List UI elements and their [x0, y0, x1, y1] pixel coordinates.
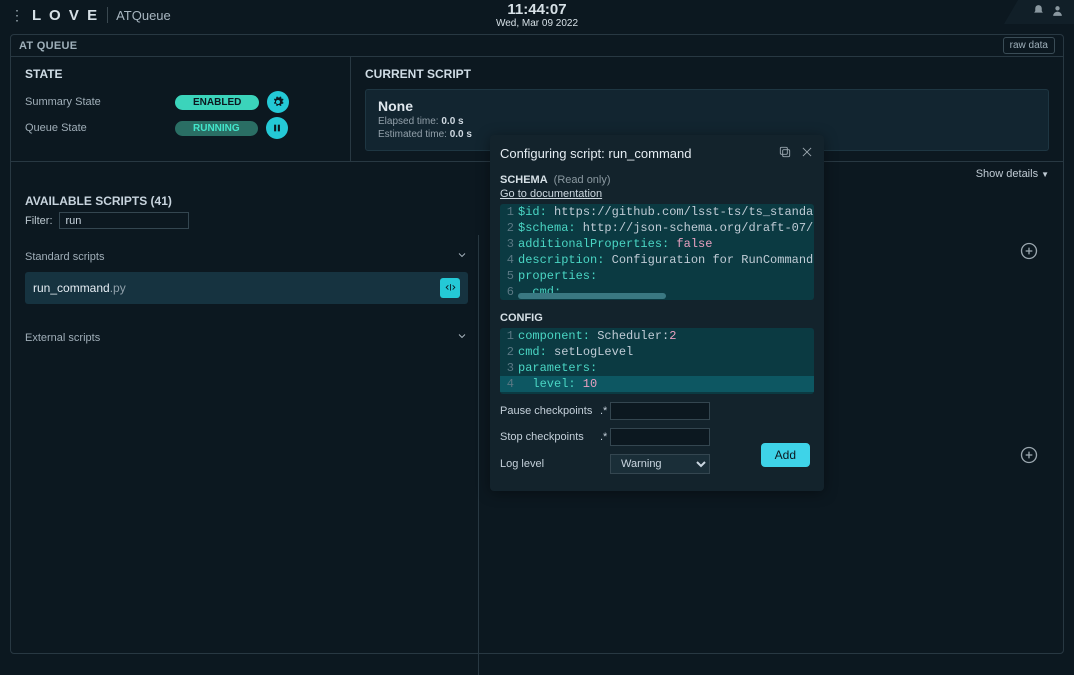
summary-state-label: Summary State — [25, 96, 175, 108]
estimated-value: 0.0 s — [450, 129, 472, 140]
clock-date: Wed, Mar 09 2022 — [496, 18, 578, 29]
external-scripts-toggle[interactable]: External scripts — [25, 326, 478, 349]
state-heading: STATE — [25, 67, 336, 81]
schema-label: SCHEMA — [500, 174, 548, 186]
filter-label: Filter: — [25, 215, 53, 227]
close-icon[interactable] — [800, 145, 814, 162]
scrollbar-thumb[interactable] — [518, 293, 666, 299]
stop-checkpoints-label: Stop checkpoints — [500, 431, 600, 443]
standard-scripts-label: Standard scripts — [25, 251, 104, 263]
documentation-link[interactable]: Go to documentation — [500, 188, 602, 200]
raw-data-button[interactable]: raw data — [1003, 37, 1055, 54]
copy-icon[interactable] — [778, 145, 792, 162]
readonly-label: (Read only) — [554, 174, 611, 186]
modal-title: Configuring script: run_command — [500, 146, 691, 161]
chevron-down-icon — [456, 249, 468, 264]
filter-input[interactable] — [59, 212, 189, 229]
standard-scripts-toggle[interactable]: Standard scripts — [25, 245, 478, 268]
stop-checkpoints-input[interactable] — [610, 428, 710, 446]
app-logo: L O V E — [32, 7, 99, 24]
queue-state-badge: RUNNING — [175, 121, 258, 136]
schema-editor: 1$id: https://github.com/lsst-ts/ts_stan… — [500, 204, 814, 300]
chevron-down-icon: ▼ — [1041, 170, 1049, 179]
add-icon[interactable] — [1019, 241, 1039, 261]
add-button[interactable]: Add — [761, 443, 810, 467]
config-label: CONFIG — [500, 312, 543, 324]
config-editor[interactable]: 1component: Scheduler:22cmd: setLogLevel… — [500, 328, 814, 394]
launch-script-icon[interactable] — [440, 278, 460, 298]
queue-state-label: Queue State — [25, 122, 175, 134]
current-script-heading: CURRENT SCRIPT — [365, 67, 1049, 81]
summary-state-badge: ENABLED — [175, 95, 259, 110]
pause-checkpoints-label: Pause checkpoints — [500, 405, 600, 417]
app-menu-icon[interactable]: ⋮ — [6, 7, 28, 24]
divider — [107, 7, 108, 23]
pause-checkpoints-input[interactable] — [610, 402, 710, 420]
panel-title: AT QUEUE — [19, 40, 77, 52]
current-script-name: None — [378, 98, 1036, 114]
page-name: ATQueue — [116, 8, 171, 23]
estimated-label: Estimated time: — [378, 129, 447, 140]
elapsed-value: 0.0 s — [441, 116, 463, 127]
loglevel-label: Log level — [500, 458, 600, 470]
script-item[interactable]: run_command.py — [25, 272, 468, 304]
user-icon[interactable] — [1051, 4, 1064, 20]
regex-hint: .* — [600, 431, 610, 443]
chevron-down-icon — [456, 330, 468, 345]
add-icon[interactable] — [1019, 445, 1039, 465]
regex-hint: .* — [600, 405, 610, 417]
pause-icon[interactable] — [266, 117, 288, 139]
topbar-right — [1004, 0, 1074, 24]
script-name: run_command.py — [33, 281, 126, 295]
external-scripts-label: External scripts — [25, 332, 100, 344]
clock-time: 11:44:07 — [496, 1, 578, 18]
loglevel-select[interactable]: Warning — [610, 454, 710, 474]
bell-icon[interactable] — [1032, 4, 1045, 20]
settings-icon[interactable] — [267, 91, 289, 113]
elapsed-label: Elapsed time: — [378, 116, 439, 127]
clock: 11:44:07 Wed, Mar 09 2022 — [496, 1, 578, 29]
configure-script-modal: Configuring script: run_command SCHEMA (… — [490, 135, 824, 491]
